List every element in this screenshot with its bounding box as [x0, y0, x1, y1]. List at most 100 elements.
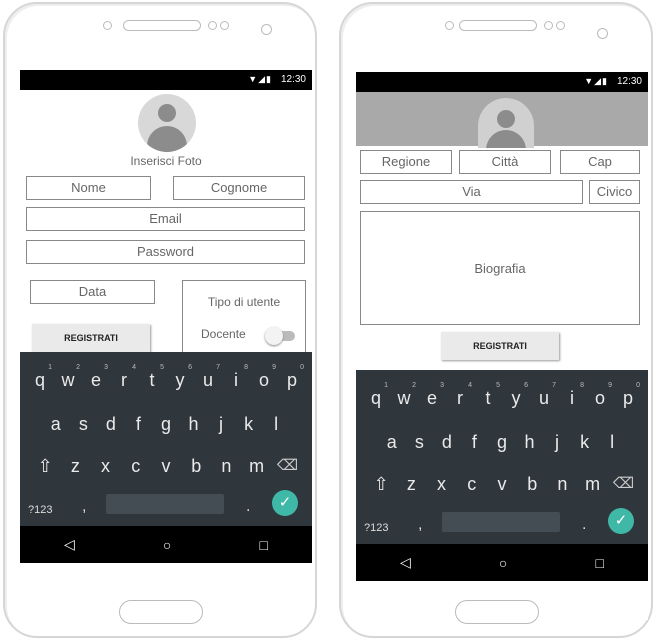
- key-r[interactable]: r4: [114, 364, 136, 391]
- civic-number-field[interactable]: Civico: [589, 180, 640, 204]
- period-key[interactable]: .: [582, 516, 586, 534]
- enter-check-icon[interactable]: ✓: [608, 508, 634, 534]
- backspace-icon[interactable]: ⌫: [613, 474, 634, 495]
- key-f[interactable]: f: [464, 432, 484, 453]
- key-a[interactable]: a: [46, 414, 66, 435]
- key-y[interactable]: y6: [170, 364, 193, 391]
- speaker-grille: [123, 20, 201, 31]
- recents-icon[interactable]: □: [259, 537, 267, 553]
- key-n[interactable]: n: [552, 474, 572, 495]
- key-h[interactable]: h: [520, 432, 540, 453]
- key-u[interactable]: u7: [198, 364, 220, 391]
- key-i[interactable]: i8: [226, 364, 248, 391]
- key-e[interactable]: e3: [422, 382, 444, 409]
- keyboard-row-3: ⇧ z x c v b n m ⌫: [20, 456, 312, 477]
- keyboard-row-3: ⇧ z x c v b n m ⌫: [356, 474, 648, 495]
- key-l[interactable]: l: [266, 414, 286, 435]
- shift-icon[interactable]: ⇧: [35, 456, 55, 477]
- register-button[interactable]: REGISTRATI: [32, 324, 150, 352]
- symbols-key[interactable]: ?123: [364, 522, 388, 534]
- teacher-toggle[interactable]: [265, 327, 295, 345]
- key-b[interactable]: b: [186, 456, 206, 477]
- avatar-photo-button[interactable]: [138, 94, 196, 152]
- enter-check-icon[interactable]: ✓: [272, 490, 298, 516]
- nav-bar: ◁ ○ □: [356, 544, 648, 581]
- key-h[interactable]: h: [184, 414, 204, 435]
- soft-keyboard: q1 w2 e3 r4 t5 y6 u7 i8 o9 p0 a s d f g …: [356, 370, 648, 544]
- key-t[interactable]: t5: [142, 364, 164, 391]
- backspace-icon[interactable]: ⌫: [277, 456, 298, 477]
- biography-field[interactable]: Biografia: [360, 211, 640, 325]
- key-m[interactable]: m: [583, 474, 603, 495]
- back-icon[interactable]: ◁: [400, 554, 411, 571]
- key-d[interactable]: d: [101, 414, 121, 435]
- key-g[interactable]: g: [492, 432, 512, 453]
- keyboard-row-2: a s d f g h j k l: [356, 432, 648, 453]
- key-i[interactable]: i8: [562, 382, 584, 409]
- key-p[interactable]: p0: [618, 382, 640, 409]
- key-k[interactable]: k: [575, 432, 595, 453]
- key-r[interactable]: r4: [450, 382, 472, 409]
- key-x[interactable]: x: [96, 456, 116, 477]
- password-field[interactable]: Password: [26, 240, 305, 264]
- key-m[interactable]: m: [247, 456, 267, 477]
- key-v[interactable]: v: [492, 474, 512, 495]
- city-field[interactable]: Città: [459, 150, 551, 174]
- space-bar[interactable]: [106, 494, 224, 514]
- key-c[interactable]: c: [126, 456, 146, 477]
- key-o[interactable]: o9: [254, 364, 276, 391]
- screen-registration-step1: ▼◢▮ 12:30 Inserisci Foto Nome Cognome Em…: [20, 70, 312, 618]
- period-key[interactable]: .: [246, 498, 250, 516]
- key-v[interactable]: v: [156, 456, 176, 477]
- nav-bar: ◁ ○ □: [20, 526, 312, 563]
- key-w[interactable]: w2: [394, 382, 417, 409]
- zip-field[interactable]: Cap: [560, 150, 640, 174]
- status-bar: ▼◢▮ 12:30: [20, 70, 312, 90]
- home-icon[interactable]: ○: [163, 537, 171, 553]
- home-hardware-button[interactable]: [455, 600, 539, 624]
- key-j[interactable]: j: [547, 432, 567, 453]
- key-w[interactable]: w2: [58, 364, 81, 391]
- shift-icon[interactable]: ⇧: [371, 474, 391, 495]
- region-field[interactable]: Regione: [360, 150, 452, 174]
- phone-frame-left: ▼◢▮ 12:30 Inserisci Foto Nome Cognome Em…: [3, 2, 317, 638]
- key-t[interactable]: t5: [478, 382, 500, 409]
- home-hardware-button[interactable]: [119, 600, 203, 624]
- key-p[interactable]: p0: [282, 364, 304, 391]
- street-field[interactable]: Via: [360, 180, 583, 204]
- key-y[interactable]: y6: [506, 382, 529, 409]
- recents-icon[interactable]: □: [595, 555, 603, 571]
- comma-key[interactable]: ,: [418, 516, 422, 534]
- key-n[interactable]: n: [216, 456, 236, 477]
- name-field[interactable]: Nome: [26, 176, 151, 200]
- key-a[interactable]: a: [382, 432, 402, 453]
- key-z[interactable]: z: [65, 456, 85, 477]
- key-c[interactable]: c: [462, 474, 482, 495]
- key-o[interactable]: o9: [590, 382, 612, 409]
- key-u[interactable]: u7: [534, 382, 556, 409]
- key-s[interactable]: s: [409, 432, 429, 453]
- date-field[interactable]: Data: [30, 280, 155, 304]
- key-z[interactable]: z: [401, 474, 421, 495]
- key-g[interactable]: g: [156, 414, 176, 435]
- space-bar[interactable]: [442, 512, 560, 532]
- comma-key[interactable]: ,: [82, 498, 86, 516]
- status-icons: ▼◢▮: [584, 76, 608, 86]
- key-e[interactable]: e3: [86, 364, 108, 391]
- key-q[interactable]: q1: [30, 364, 52, 391]
- email-field[interactable]: Email: [26, 207, 305, 231]
- key-x[interactable]: x: [432, 474, 452, 495]
- symbols-key[interactable]: ?123: [28, 504, 52, 516]
- register-button[interactable]: REGISTRATI: [441, 332, 559, 360]
- key-j[interactable]: j: [211, 414, 231, 435]
- key-k[interactable]: k: [239, 414, 259, 435]
- key-q[interactable]: q1: [366, 382, 388, 409]
- back-icon[interactable]: ◁: [64, 536, 75, 553]
- surname-field[interactable]: Cognome: [173, 176, 305, 200]
- home-icon[interactable]: ○: [499, 555, 507, 571]
- key-d[interactable]: d: [437, 432, 457, 453]
- key-f[interactable]: f: [128, 414, 148, 435]
- key-b[interactable]: b: [522, 474, 542, 495]
- key-s[interactable]: s: [73, 414, 93, 435]
- key-l[interactable]: l: [602, 432, 622, 453]
